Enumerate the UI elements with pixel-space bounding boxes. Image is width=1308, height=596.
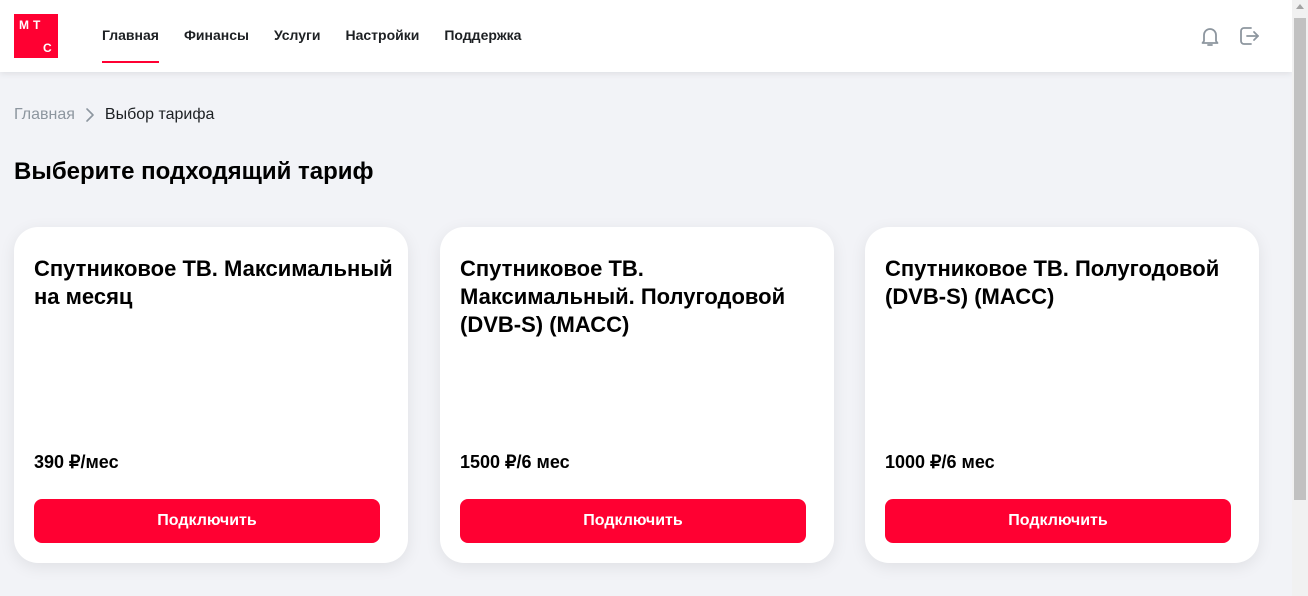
vertical-scrollbar[interactable] xyxy=(1292,0,1308,596)
breadcrumb-current: Выбор тарифа xyxy=(104,106,215,123)
nav-item-home[interactable]: Главная xyxy=(102,0,159,72)
nav-item-settings[interactable]: Настройки xyxy=(345,0,419,72)
chevron-right-icon xyxy=(78,106,102,124)
tariff-title: Спутниковое ТВ. Максимальный. Полугодово… xyxy=(460,256,786,337)
tariff-card: Спутниковое ТВ. Максимальный на месяц 39… xyxy=(14,227,408,563)
top-header: М Т С Главная Финансы Услуги Настройки П… xyxy=(0,0,1292,72)
scroll-up-arrow-icon[interactable] xyxy=(1296,4,1304,9)
tariff-price: 1500 ₽/6 мес xyxy=(460,452,570,472)
connect-button[interactable]: Подключить xyxy=(885,499,1231,543)
breadcrumb-home-link[interactable]: Главная xyxy=(14,106,75,124)
tariff-card: Спутниковое ТВ. Максимальный. Полугодово… xyxy=(440,227,834,563)
tariff-title: Спутниковое ТВ. Полугодовой (DVB-S) (МАС… xyxy=(885,256,1220,309)
nav-item-services[interactable]: Услуги xyxy=(274,0,321,72)
main-nav: Главная Финансы Услуги Настройки Поддерж… xyxy=(102,0,546,72)
tariff-card: Спутниковое ТВ. Полугодовой (DVB-S) (МАС… xyxy=(865,227,1259,563)
tariff-title: Спутниковое ТВ. Максимальный на месяц xyxy=(34,256,393,309)
scroll-thumb[interactable] xyxy=(1294,18,1306,500)
page-title: Выберите подходящий тариф xyxy=(14,158,374,185)
tariff-price: 390 ₽/мес xyxy=(34,452,119,472)
tariff-cards: Спутниковое ТВ. Максимальный на месяц 39… xyxy=(14,227,1260,563)
tariff-price: 1000 ₽/6 мес xyxy=(885,452,995,472)
connect-button[interactable]: Подключить xyxy=(460,499,806,543)
logo-letter-t: Т xyxy=(33,18,41,32)
logo-letter-m: М xyxy=(19,18,29,32)
logo-letter-s: С xyxy=(43,41,52,55)
connect-button[interactable]: Подключить xyxy=(34,499,380,543)
bell-icon[interactable] xyxy=(1198,24,1222,48)
logout-icon[interactable] xyxy=(1237,24,1261,48)
breadcrumb: Главная Выбор тарифа xyxy=(14,106,214,124)
nav-item-finance[interactable]: Финансы xyxy=(184,0,249,72)
nav-item-support[interactable]: Поддержка xyxy=(444,0,521,72)
mts-logo[interactable]: М Т С xyxy=(14,14,58,58)
